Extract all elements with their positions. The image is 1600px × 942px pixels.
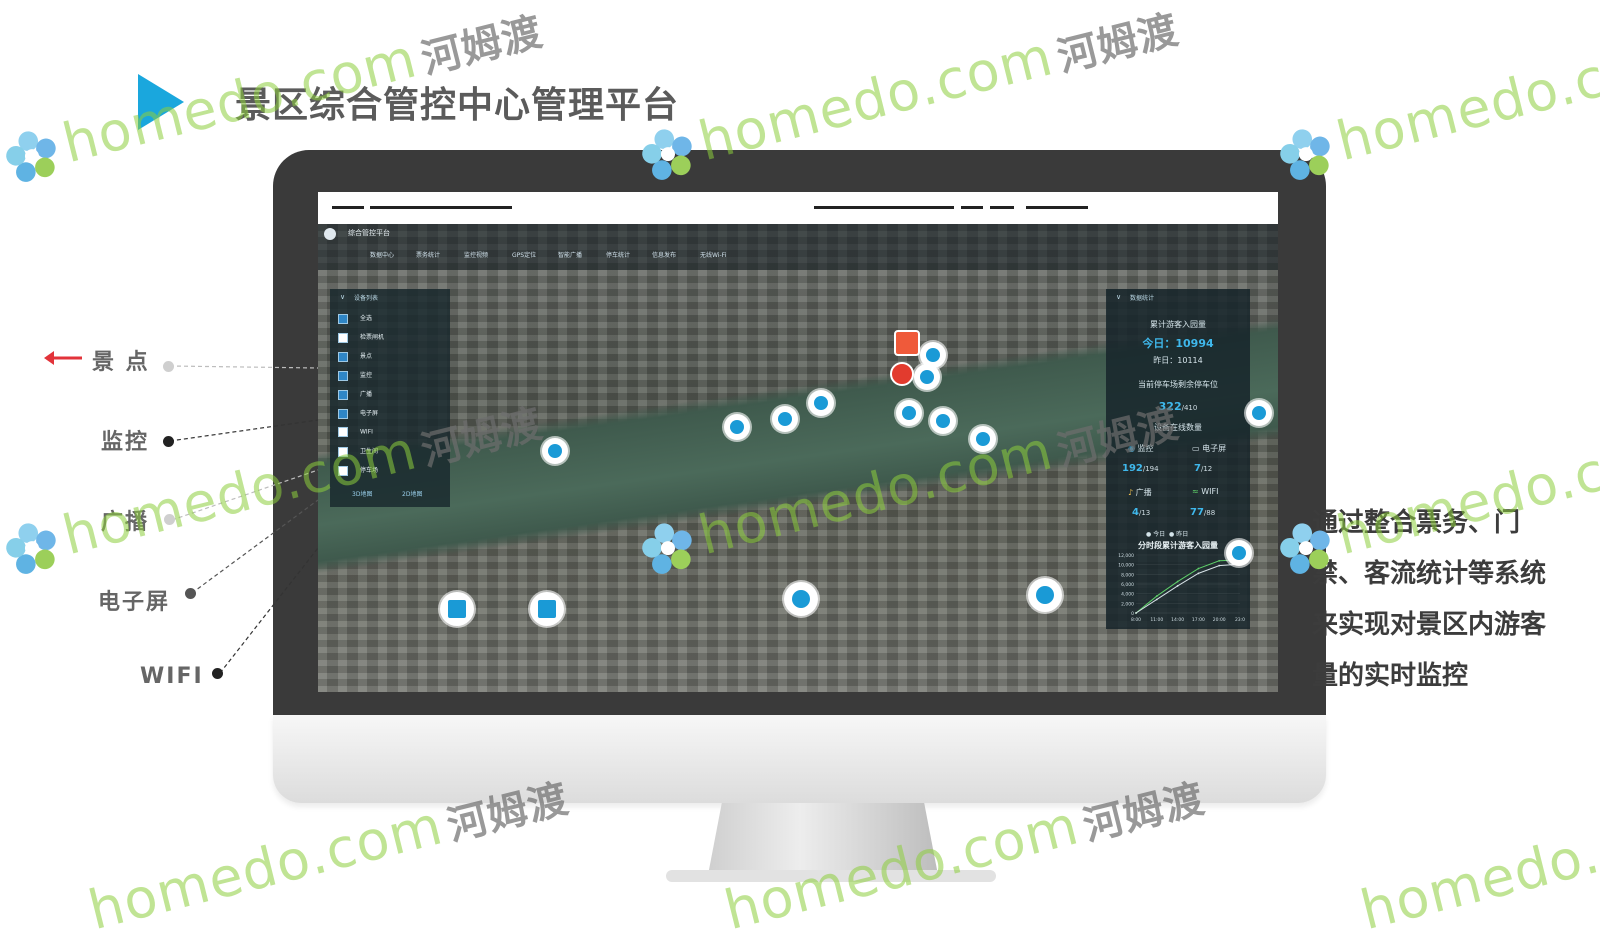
label-wifi: WIFI bbox=[140, 664, 204, 689]
label-broadcast: 广播 bbox=[101, 510, 150, 535]
broadcast-dot bbox=[164, 514, 175, 525]
leader-lines bbox=[44, 351, 319, 674]
monitor-dot bbox=[163, 436, 174, 447]
screen-dot bbox=[185, 588, 196, 599]
description-text: 通过整合票务、门禁、客流统计等系统来实现对景区内游客量的实时监控 bbox=[1312, 508, 1547, 691]
label-scenic: 景 点 bbox=[92, 350, 150, 375]
red-arrow-icon bbox=[42, 348, 82, 368]
wifi-dot bbox=[212, 668, 223, 679]
label-monitor: 监控 bbox=[101, 430, 150, 455]
scenic-dot bbox=[163, 361, 174, 372]
label-screen: 电子屏 bbox=[98, 590, 171, 615]
